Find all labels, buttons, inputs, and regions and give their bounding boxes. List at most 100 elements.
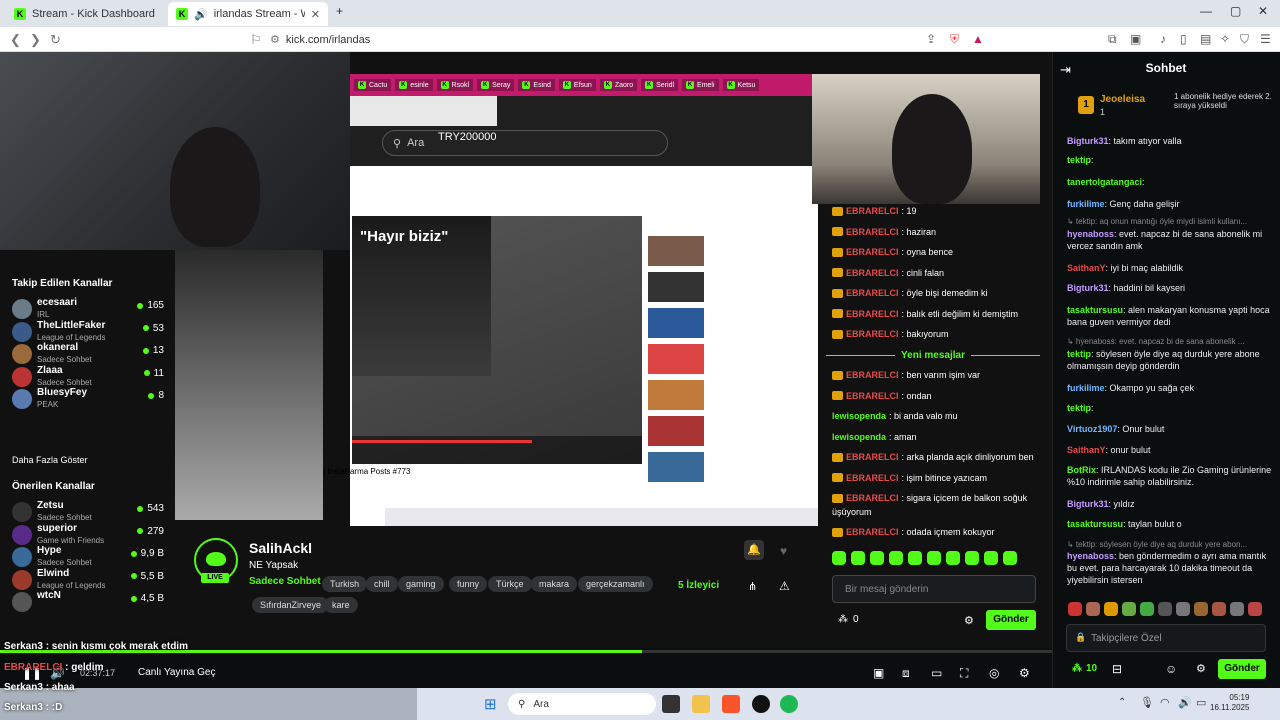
follow-heart-icon[interactable]: ♥ [780,544,787,558]
emote-icon[interactable] [851,551,865,565]
stream-chat-send-button[interactable]: Gönder [986,610,1036,630]
battery-icon[interactable]: ▭ [1196,696,1206,709]
chat-username[interactable]: EBRARELCI [846,493,899,503]
wallet2-icon[interactable]: ▤ [1200,32,1211,46]
emote-icon[interactable] [1140,602,1154,616]
stream-tag[interactable]: gaming [398,576,444,592]
github-icon[interactable] [752,695,770,713]
task-view-icon[interactable] [662,695,680,713]
site-info-icon[interactable]: ⚙ [270,33,280,46]
taskbar-clock[interactable]: 05:19 16.11.2025 [1210,693,1249,713]
chat-username[interactable]: EBRARELCI [846,247,899,257]
emote-icon[interactable] [1158,602,1172,616]
chat-username[interactable]: tasaktursusu [1067,305,1123,315]
chat-username[interactable]: hyenaboss [1067,229,1114,239]
chat-username[interactable]: furkilime [1067,199,1105,209]
show-more-link[interactable]: Daha Fazla Göster [12,455,88,465]
close-window-icon[interactable]: ✕ [1258,4,1268,18]
chat-username[interactable]: SaithanY [1067,445,1106,455]
emote-icon[interactable] [1068,602,1082,616]
settings-icon[interactable]: ⚙ [964,614,974,627]
stream-points[interactable]: ⁂ 0 [838,614,859,625]
new-tab-icon[interactable]: + [336,4,343,18]
maximize-icon[interactable]: ▢ [1230,4,1241,18]
stream-tag[interactable]: SıfırdanZirveye [252,597,330,613]
quality-icon[interactable]: ◎ [989,666,999,680]
brave-shield-icon[interactable]: ⛨ [950,32,959,47]
brave-rewards-icon[interactable]: ▲ [972,32,984,46]
emote-icon[interactable] [965,551,979,565]
chat-username[interactable]: Virtuoz1907 [1067,424,1117,434]
file-explorer-icon[interactable] [692,695,710,713]
chat-username[interactable]: EBRARELCI [846,268,899,278]
chat-username[interactable]: furkilime [1067,383,1105,393]
streamer-name[interactable]: SalihAckl [249,540,312,556]
sidebar-icon[interactable]: ▯ [1180,32,1187,46]
chat-username[interactable]: tektip [1067,403,1091,413]
back-icon[interactable]: ❮ [10,32,21,48]
forward-icon[interactable]: ❯ [30,32,41,48]
emote-icon[interactable] [927,551,941,565]
chat-username[interactable]: tektip [1067,155,1091,165]
stream-category[interactable]: Sadece Sohbet [249,576,321,587]
chat-settings-icon[interactable]: ⚙ [1196,662,1206,675]
leo-icon[interactable]: ✧ [1220,32,1230,46]
chat-points[interactable]: ⁂ 10 [1072,663,1097,674]
emote-icon[interactable] [984,551,998,565]
chat-username[interactable]: EBRARELCI [846,227,899,237]
tab-dashboard[interactable]: K Stream - Kick Dashboard [6,2,166,26]
clip-icon[interactable]: ⧈ [902,666,910,681]
emote-icon[interactable] [946,551,960,565]
chat-username[interactable]: tektip [1067,349,1091,359]
chat-send-button[interactable]: Gönder [1218,659,1266,679]
vpn-icon[interactable]: ⛉ [1240,32,1249,47]
chat-username[interactable]: Bigturk31 [1067,136,1109,146]
media-icon[interactable]: ♪ [1160,32,1166,46]
store-icon[interactable]: ⊟ [1112,662,1122,676]
emote-icon[interactable] [1212,602,1226,616]
chat-username[interactable]: SaithanY [1067,263,1106,273]
chat-username[interactable]: EBRARELCI [846,288,899,298]
emote-icon[interactable] [1194,602,1208,616]
chat-username[interactable]: tanertolgatangaci [1067,177,1142,187]
wallet-icon[interactable]: ▣ [1130,32,1141,46]
url-field[interactable]: ⚙ kick.com/irlandas [270,30,990,49]
emote-icon[interactable] [870,551,884,565]
chat-username[interactable]: Bigturk31 [1067,499,1109,509]
emote-icon[interactable] [1176,602,1190,616]
chat-username[interactable]: EBRARELCI [846,473,899,483]
go-live-button[interactable]: Canlı Yayına Geç [138,667,215,678]
stream-tag[interactable]: gerçekzamanlı [578,576,653,592]
stream-tag[interactable]: makara [531,576,578,592]
stream-tag[interactable]: funny [449,576,488,592]
emote-icon[interactable] [1086,602,1100,616]
emote-icon[interactable] [889,551,903,565]
channel-item[interactable]: BluesyFey PEAK 8 [12,386,172,412]
emote-icon[interactable] [1230,602,1244,616]
fullscreen-icon[interactable]: ⛶ [960,666,968,681]
stream-tag[interactable]: Turkish [322,576,368,592]
reload-icon[interactable]: ↻ [50,32,61,48]
speaker-icon[interactable]: 🔊 [1178,696,1192,709]
chat-username[interactable]: EBRARELCI [846,309,899,319]
emote-icon[interactable] [1104,602,1118,616]
chat-username[interactable]: EBRARELCI [846,329,899,339]
emote-icon[interactable] [1122,602,1136,616]
emote-picker-icon[interactable]: ☺ [1165,662,1177,676]
miniplayer-icon[interactable]: ▣ [873,666,884,680]
stream-tag[interactable]: chill [366,576,398,592]
chat-username[interactable]: tasaktursusu [1067,519,1123,529]
chat-username[interactable]: EBRARELCI [846,206,899,216]
share-icon[interactable]: ⋔ [748,580,757,593]
theater-icon[interactable]: ▭ [931,666,942,680]
chat-username[interactable]: EBRARELCI [846,370,899,380]
emote-icon[interactable] [832,551,846,565]
emote-icon[interactable] [1003,551,1017,565]
chat-username[interactable]: lewisopenda [832,432,886,442]
wifi-icon[interactable]: ◠ [1160,696,1170,709]
notification-bell-icon[interactable]: 🔔 [744,540,764,560]
chat-username[interactable]: lewisopenda [832,411,886,421]
tab-stream[interactable]: K 🔊 irlandas Stream - Watch Live ✕ [168,2,328,26]
taskbar-search[interactable]: ⚲ Ara [508,693,656,715]
minimize-icon[interactable]: — [1200,4,1212,18]
